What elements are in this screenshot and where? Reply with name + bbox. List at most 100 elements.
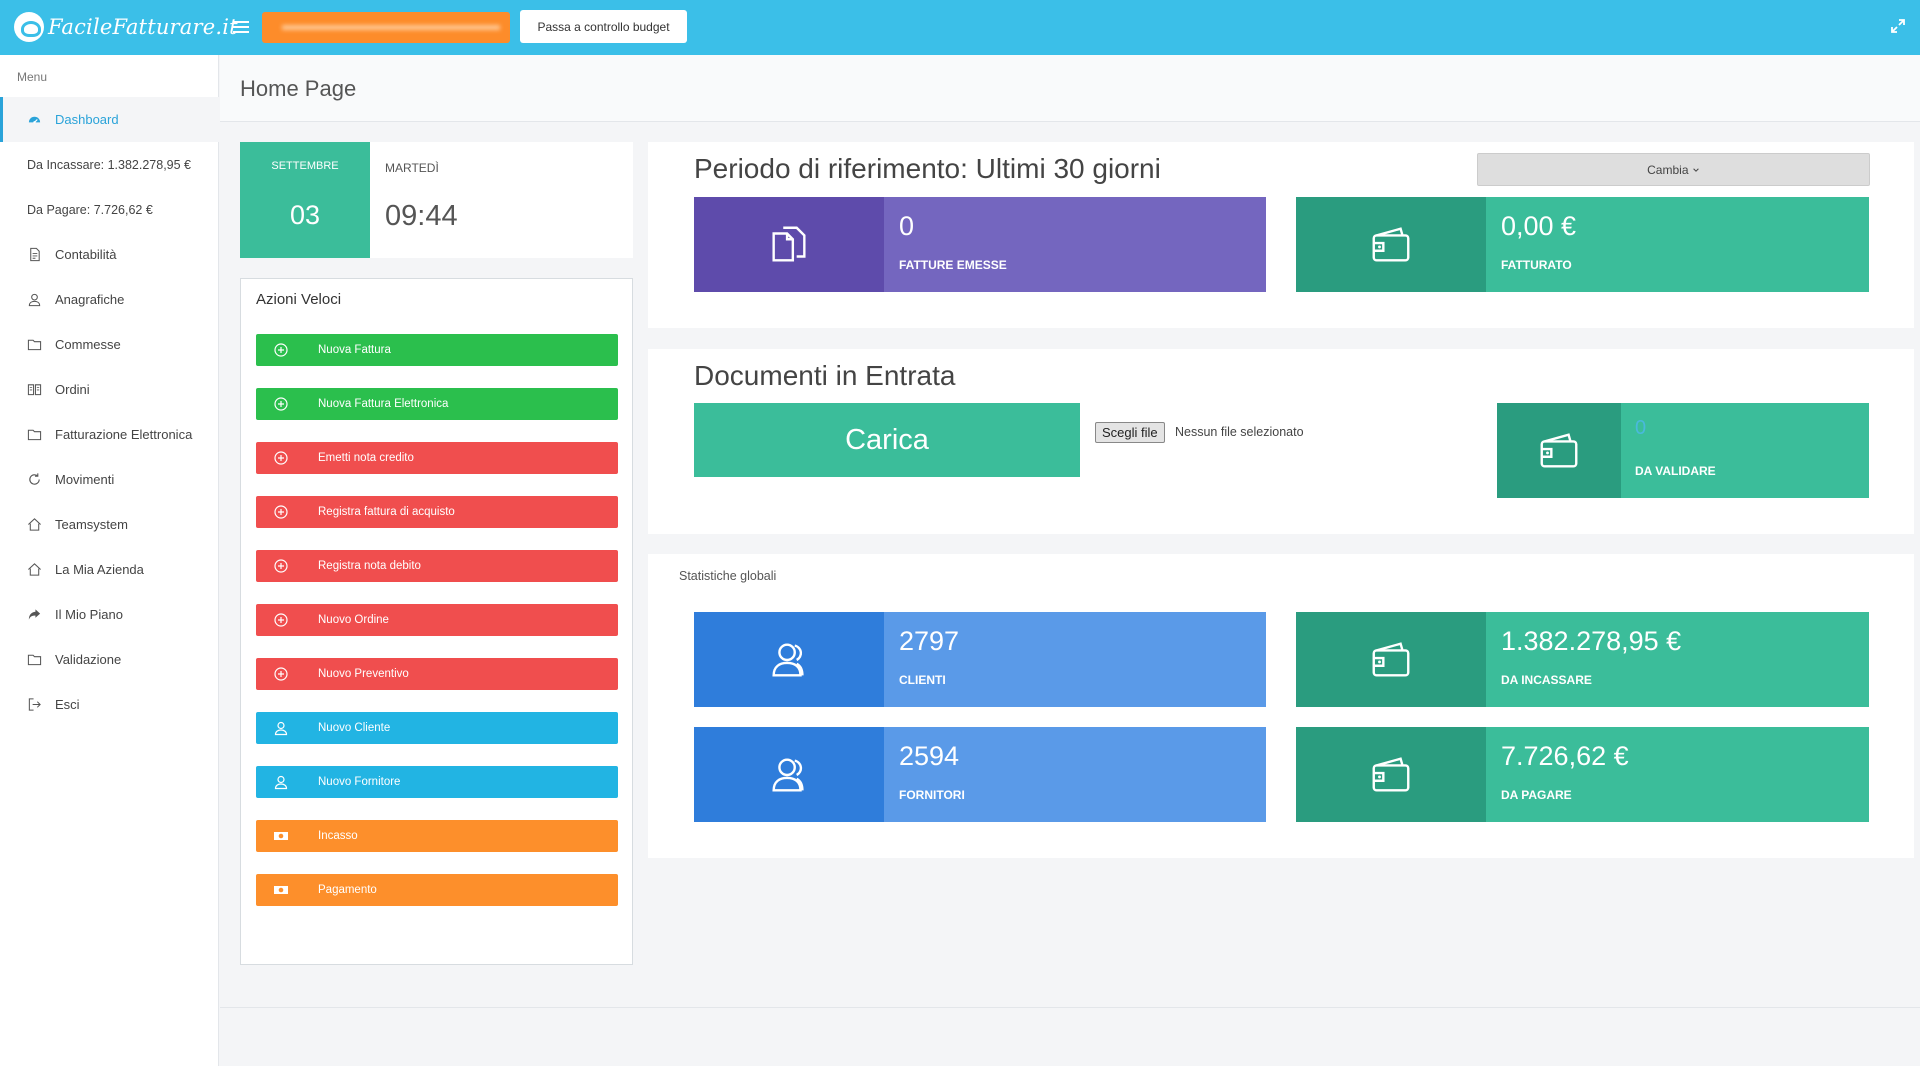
stat-value: 7.726,62 € — [1501, 741, 1629, 771]
period-title: Periodo di riferimento: Ultimi 30 giorni — [694, 153, 1161, 184]
logo-text: FacileFatturare.it — [48, 15, 238, 39]
sidebar-item-teamsystem[interactable]: Teamsystem — [0, 502, 219, 547]
plus-circle-icon — [273, 504, 289, 520]
sidebar-item-fatturazione-elettronica[interactable]: Fatturazione Elettronica — [0, 412, 219, 457]
money-icon — [273, 828, 289, 844]
stat-label: FATTURE EMESSE — [899, 258, 1007, 272]
home-icon — [26, 562, 42, 578]
sidebar-item-commesse[interactable]: Commesse — [0, 322, 219, 367]
stat-label: DA INCASSARE — [1501, 673, 1592, 687]
quick-action-button[interactable]: Pagamento — [256, 874, 618, 906]
sidebar-item-validazione[interactable]: Validazione — [0, 637, 219, 682]
sidebar-item-il-mio-piano[interactable]: Il Mio Piano — [0, 592, 219, 637]
wallet-icon — [1497, 403, 1621, 498]
sidebar-item-movimenti[interactable]: Movimenti — [0, 457, 219, 502]
menu-toggle-icon[interactable] — [233, 18, 249, 36]
sidebar-item-contabilita[interactable]: Contabilità — [0, 232, 219, 277]
top-navbar: FacileFatturare.it Passa a controllo bud… — [0, 0, 1920, 55]
sidebar-item-label: Da Incassare: 1.382.278,95 € — [27, 157, 192, 172]
page-header: Home Page — [220, 55, 1920, 122]
sidebar: Menu Dashboard Da Incassare: 1.382.278,9… — [0, 55, 219, 1066]
sidebar-menu: Dashboard Da Incassare: 1.382.278,95 € D… — [0, 97, 219, 727]
sidebar-item-label: Fatturazione Elettronica — [55, 427, 193, 442]
quick-action-button[interactable]: Registra fattura di acquisto — [256, 496, 618, 528]
stat-label: FORNITORI — [899, 788, 965, 802]
footer-divider — [220, 1007, 1920, 1008]
folder-icon — [26, 652, 42, 668]
quick-action-button[interactable]: Nuova Fattura — [256, 334, 618, 366]
logout-icon — [26, 697, 42, 713]
money-icon — [273, 882, 289, 898]
quick-action-button[interactable]: Nuovo Ordine — [256, 604, 618, 636]
quick-action-label: Emetti nota credito — [318, 452, 414, 464]
sidebar-item-label: La Mia Azienda — [55, 562, 144, 577]
stat-label: DA PAGARE — [1501, 788, 1572, 802]
sidebar-item-la-mia-azienda[interactable]: La Mia Azienda — [0, 547, 219, 592]
stat-value: 2797 — [899, 626, 960, 656]
quick-action-button[interactable]: Nuovo Fornitore — [256, 766, 618, 798]
quick-action-label: Nuova Fattura Elettronica — [318, 398, 449, 410]
home-icon — [26, 517, 42, 533]
file-status: Nessun file selezionato — [1175, 425, 1304, 439]
quick-action-button[interactable]: Incasso — [256, 820, 618, 852]
stat-da-incassare: 1.382.278,95 € DA INCASSARE — [1296, 612, 1869, 707]
date-day: 03 — [289, 200, 321, 230]
stat-label: CLIENTI — [899, 673, 946, 687]
sidebar-item-label: Da Pagare: 7.726,62 € — [27, 202, 153, 217]
user-icon — [26, 292, 42, 308]
logo-icon — [14, 12, 44, 42]
quick-actions-panel: Azioni Veloci Nuova Fattura Nuova Fattura… — [240, 278, 633, 965]
page-title: Home Page — [240, 76, 357, 101]
folder-icon — [26, 427, 42, 443]
upload-button[interactable]: Carica — [694, 403, 1080, 477]
change-period-label: Cambia — [1647, 162, 1689, 177]
sidebar-item-dashboard[interactable]: Dashboard — [0, 97, 219, 142]
stat-label: FATTURATO — [1501, 258, 1572, 272]
sidebar-item-da-pagare[interactable]: Da Pagare: 7.726,62 € — [0, 187, 219, 232]
users-icon — [694, 727, 884, 822]
wallet-icon — [1296, 612, 1486, 707]
sidebar-item-anagrafiche[interactable]: Anagrafiche — [0, 277, 219, 322]
redacted-company-badge[interactable] — [262, 12, 510, 43]
quick-action-label: Incasso — [318, 830, 358, 842]
sidebar-item-label: Contabilità — [55, 247, 117, 262]
stat-value: 1.382.278,95 € — [1501, 626, 1682, 656]
sidebar-item-label: Esci — [55, 697, 80, 712]
quick-action-label: Nuova Fattura — [318, 344, 391, 356]
stat-value: 2594 — [899, 741, 960, 771]
stat-fatture-emesse: 0 FATTURE EMESSE — [694, 197, 1266, 292]
documents-title: Documenti in Entrata — [694, 360, 956, 391]
quick-action-button[interactable]: Nuovo Cliente — [256, 712, 618, 744]
stat-clienti: 2797 CLIENTI — [694, 612, 1266, 707]
sidebar-item-label: Validazione — [55, 652, 122, 667]
plus-circle-icon — [273, 666, 289, 682]
sidebar-title: Menu — [17, 70, 48, 84]
sidebar-item-da-incassare[interactable]: Da Incassare: 1.382.278,95 € — [0, 142, 219, 187]
stat-value: 0 — [1635, 417, 1647, 439]
choose-file-button[interactable]: Scegli file — [1095, 422, 1165, 443]
book-icon — [26, 382, 42, 398]
budget-control-button[interactable]: Passa a controllo budget — [520, 10, 687, 43]
sidebar-item-label: Dashboard — [55, 112, 119, 127]
wallet-icon — [1296, 727, 1486, 822]
quick-action-button[interactable]: Emetti nota credito — [256, 442, 618, 474]
global-stats-title: Statistiche globali — [679, 569, 777, 583]
stat-fornitori: 2594 FORNITORI — [694, 727, 1266, 822]
change-period-button[interactable]: Cambia — [1477, 153, 1870, 186]
date-month: SETTEMBRE — [271, 160, 339, 172]
sidebar-item-esci[interactable]: Esci — [0, 682, 219, 727]
stat-da-validare: 0 DA VALIDARE — [1497, 403, 1869, 498]
app-logo[interactable]: FacileFatturare.it — [14, 11, 238, 43]
quick-action-label: Registra fattura di acquisto — [318, 506, 455, 518]
user-icon — [273, 720, 289, 736]
dashboard-icon — [26, 112, 42, 128]
quick-action-button[interactable]: Nuova Fattura Elettronica — [256, 388, 618, 420]
quick-action-button[interactable]: Nuovo Preventivo — [256, 658, 618, 690]
plus-circle-icon — [273, 396, 289, 412]
fullscreen-expand-icon[interactable] — [1890, 18, 1906, 34]
quick-action-button[interactable]: Registra nota debito — [256, 550, 618, 582]
quick-action-label: Nuovo Preventivo — [318, 668, 409, 680]
date-block: SETTEMBRE 03 — [240, 142, 370, 258]
sidebar-item-ordini[interactable]: Ordini — [0, 367, 219, 412]
share-icon — [26, 607, 42, 623]
